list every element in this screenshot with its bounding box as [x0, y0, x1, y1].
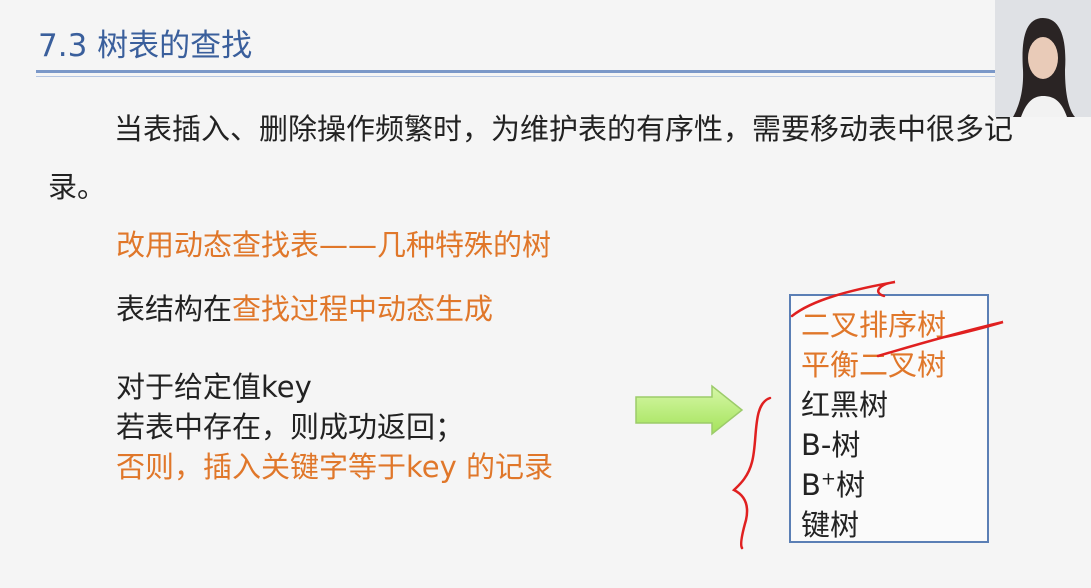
- presenter-avatar: [995, 0, 1091, 117]
- insert-line: 否则，插入关键字等于key 的记录: [116, 450, 553, 484]
- tree-item-avl: 平衡二叉树: [801, 348, 947, 382]
- structure-highlight: 查找过程中动态生成: [232, 292, 494, 326]
- special-trees-box: 二叉排序树 平衡二叉树 红黑树 B-树 B+树 键树: [789, 294, 989, 543]
- right-arrow-icon: [635, 384, 744, 436]
- given-key-line: 对于给定值key: [116, 370, 312, 404]
- tree-item-key-tree: 键树: [801, 508, 860, 542]
- tree-item-red-black: 红黑树: [801, 388, 889, 422]
- hand-brace: [731, 396, 772, 550]
- found-line: 若表中存在，则成功返回；: [116, 410, 465, 444]
- webcam-overlay: [995, 0, 1091, 117]
- tree-item-b-tree: B-树: [801, 428, 861, 462]
- tree-item-b-plus-tree: B+树: [801, 468, 866, 502]
- structure-line: 表结构在查找过程中动态生成: [116, 286, 493, 328]
- slide-title: 7.3 树表的查找: [38, 28, 253, 64]
- intro-paragraph: 当表插入、删除操作频繁时，为维护表的有序性，需要移动表中很多记录。: [48, 112, 1014, 204]
- tree-item-bst: 二叉排序树: [801, 308, 947, 342]
- structure-prefix: 表结构在: [116, 292, 233, 326]
- dynamic-lookup-line: 改用动态查找表——几种特殊的树: [116, 228, 552, 262]
- title-divider: [36, 70, 996, 73]
- title-divider-thin: [36, 76, 996, 77]
